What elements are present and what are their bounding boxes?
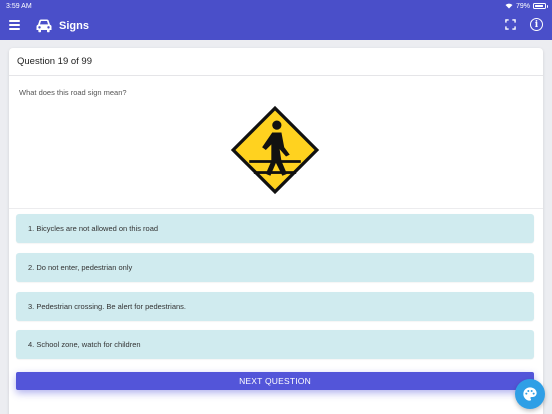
fullscreen-icon[interactable] — [505, 19, 516, 30]
next-question-button[interactable]: NEXT QUESTION — [16, 372, 534, 390]
palette-icon — [523, 387, 537, 401]
question-header: Question 19 of 99 — [9, 48, 543, 76]
separator — [9, 208, 543, 209]
wifi-icon — [505, 3, 513, 9]
answer-option-4[interactable]: 4. School zone, watch for children — [16, 330, 534, 359]
answer-option-3[interactable]: 3. Pedestrian crossing. Be alert for ped… — [16, 292, 534, 321]
battery-icon — [533, 3, 548, 9]
info-icon[interactable]: i — [530, 18, 543, 31]
menu-icon[interactable] — [9, 20, 20, 30]
theme-fab-button[interactable] — [515, 379, 545, 409]
answer-option-2[interactable]: 2. Do not enter, pedestrian only — [16, 253, 534, 282]
status-time: 3:59 AM — [6, 2, 32, 10]
car-icon — [36, 19, 52, 33]
app-bar: Signs i — [0, 12, 552, 40]
pedestrian-crossing-sign-icon — [230, 105, 320, 195]
answer-option-1[interactable]: 1. Bicycles are not allowed on this road — [16, 214, 534, 243]
question-text: What does this road sign mean? — [19, 88, 127, 97]
app-title: Signs — [59, 20, 89, 32]
question-card: Question 19 of 99 What does this road si… — [9, 48, 543, 414]
battery-percent: 79% — [515, 2, 530, 10]
status-bar: 3:59 AM 79% — [0, 0, 552, 12]
status-right: 79% — [505, 2, 548, 10]
